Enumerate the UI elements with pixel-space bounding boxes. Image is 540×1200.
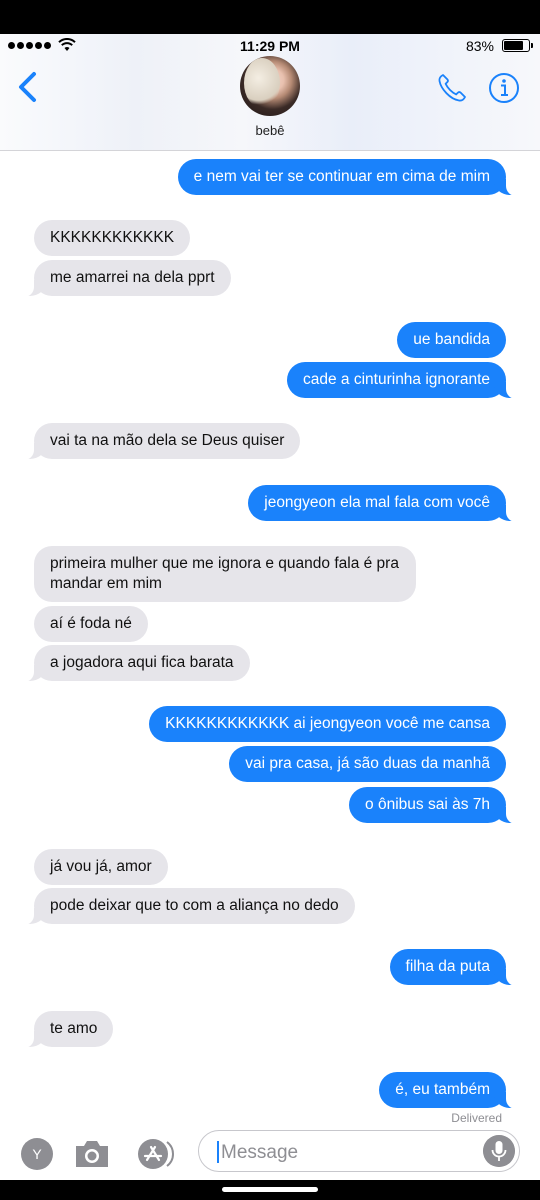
status-bar: 11:29 PM 83% <box>0 34 540 58</box>
phone-icon[interactable] <box>436 72 468 104</box>
message-bubble-outgoing[interactable]: vai pra casa, já são duas da manhã <box>229 746 506 782</box>
app-drawer-button[interactable]: Y <box>21 1138 53 1170</box>
message-bubble-incoming[interactable]: pode deixar que to com a aliança no dedo <box>20 888 355 925</box>
home-indicator[interactable] <box>222 1187 318 1192</box>
camera-icon[interactable] <box>73 1138 111 1170</box>
message-bubble-incoming[interactable]: a jogadora aqui fica barata <box>20 645 250 682</box>
message-bubble-incoming[interactable]: me amarrei na dela pprt <box>20 260 231 297</box>
text-caret <box>217 1141 219 1163</box>
message-bubble-outgoing[interactable]: o ônibus sai às 7h <box>349 787 520 824</box>
message-bubble-outgoing[interactable]: jeongyeon ela mal fala com você <box>248 485 520 522</box>
back-chevron-icon[interactable] <box>16 70 40 104</box>
status-time: 11:29 PM <box>240 38 300 54</box>
microphone-icon[interactable] <box>483 1135 515 1167</box>
contact-avatar[interactable] <box>240 56 300 116</box>
delivered-status: Delivered <box>451 1111 502 1125</box>
battery-icon <box>502 39 533 52</box>
message-bubble-incoming[interactable]: já vou já, amor <box>34 849 168 885</box>
message-bubble-incoming[interactable]: KKKKKKKKKKKK <box>34 220 191 256</box>
input-bar: Y Message <box>0 1124 540 1180</box>
message-bubble-outgoing[interactable]: cade a cinturinha ignorante <box>287 362 520 399</box>
message-placeholder: Message <box>221 1142 299 1163</box>
info-icon[interactable] <box>488 72 520 104</box>
message-bubble-incoming[interactable]: primeira mulher que me ignora e quando f… <box>34 546 416 602</box>
message-thread[interactable]: e nem vai ter se continuar em cima de mi… <box>0 34 540 1180</box>
message-bubble-incoming[interactable]: vai ta na mão dela se Deus quiser <box>19 423 301 460</box>
battery-percentage: 83% <box>465 38 494 54</box>
message-bubble-outgoing[interactable]: é, eu também <box>379 1072 520 1109</box>
message-bubble-outgoing[interactable]: ue bandida <box>397 322 506 358</box>
contact-name[interactable]: bebê <box>0 123 540 138</box>
messages-screen: e nem vai ter se continuar em cima de mi… <box>0 34 540 1180</box>
conversation-header: 11:29 PM 83% bebê <box>0 34 540 151</box>
message-input[interactable]: Message <box>198 1130 520 1172</box>
message-bubble-outgoing[interactable]: e nem vai ter se continuar em cima de mi… <box>177 159 521 196</box>
message-bubble-outgoing[interactable]: KKKKKKKKKKKK ai jeongyeon você me cansa <box>149 706 506 742</box>
app-store-icon[interactable] <box>134 1138 176 1170</box>
top-bezel <box>0 0 540 34</box>
message-bubble-incoming[interactable]: aí é foda né <box>34 606 148 642</box>
message-bubble-incoming[interactable]: te amo <box>19 1011 114 1048</box>
message-bubble-outgoing[interactable]: filha da puta <box>389 949 521 986</box>
